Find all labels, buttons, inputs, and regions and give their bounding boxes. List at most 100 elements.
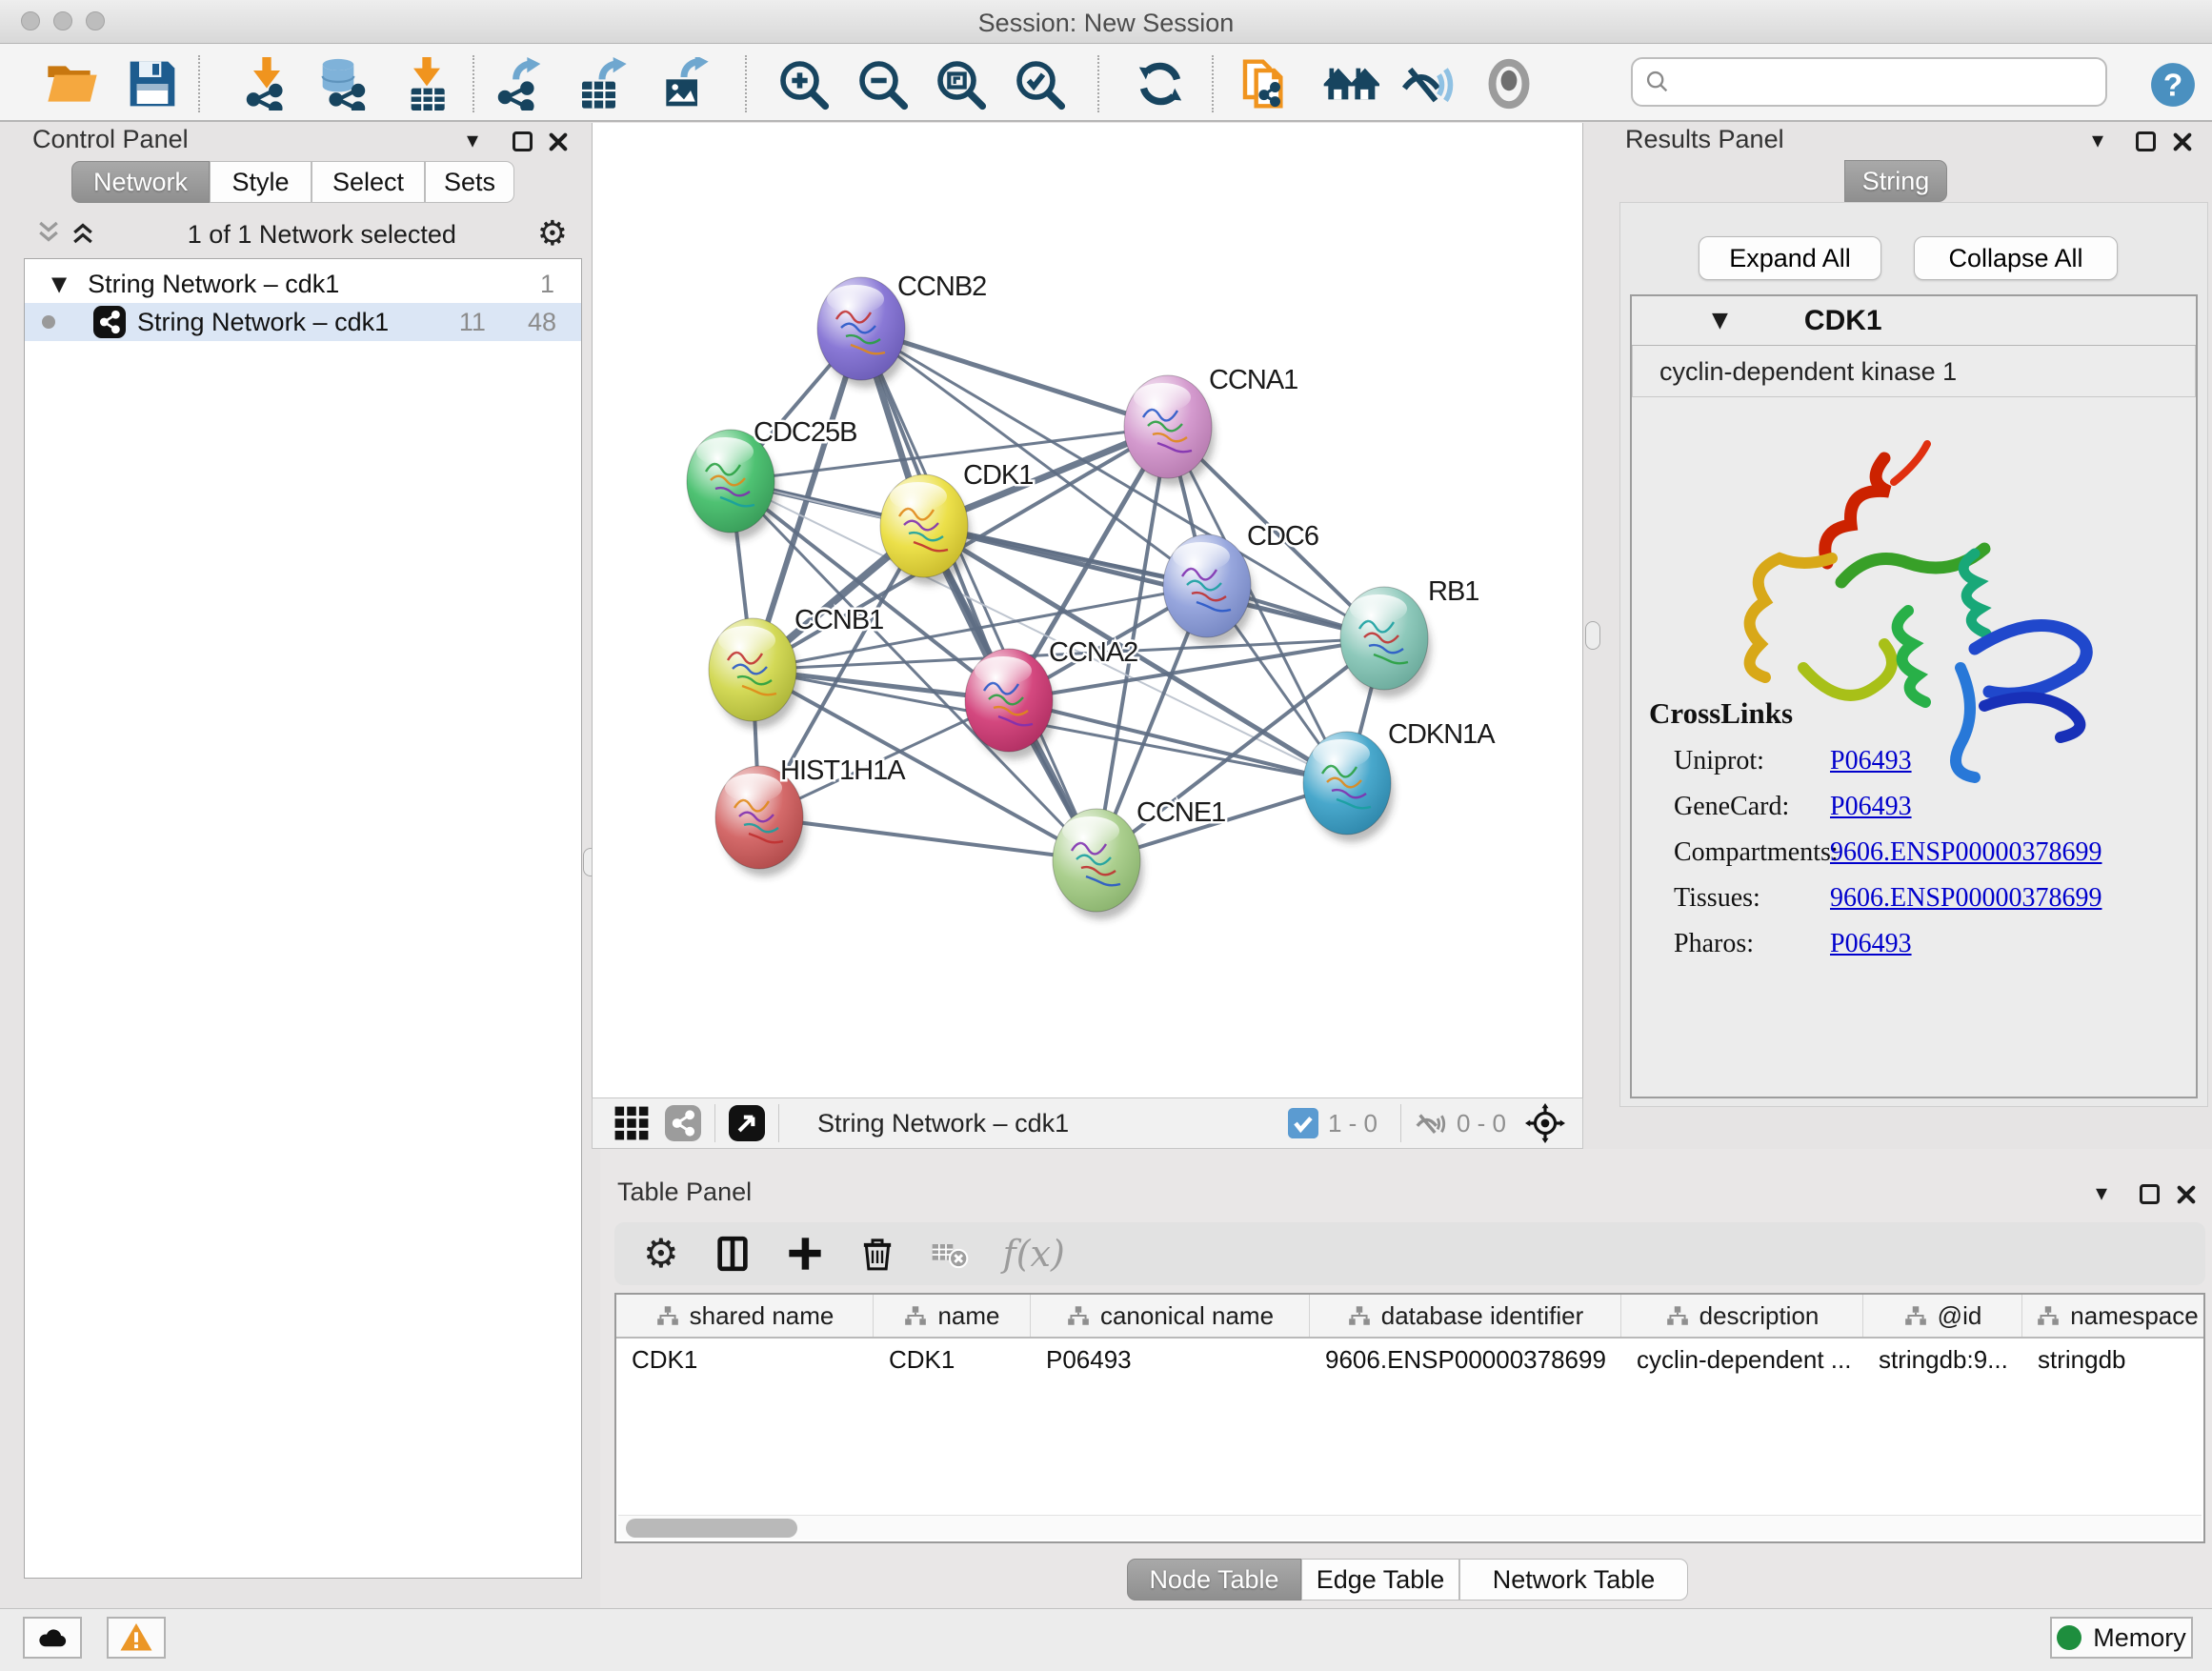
table-options-gear-icon[interactable]: ⚙ [643,1234,679,1274]
right-divider-grip[interactable] [1585,621,1600,650]
crosslink-value[interactable]: P06493 [1830,792,1912,822]
warning-button[interactable] [107,1617,166,1659]
column-header-shared-name[interactable]: shared name [616,1295,874,1337]
control-panel-close-icon[interactable] [548,131,569,157]
results-panel-close-icon[interactable] [2172,131,2193,157]
collapse-all-icon[interactable] [34,218,69,252]
control-panel-menu-icon[interactable]: ▾ [467,127,478,153]
collapse-all-button[interactable]: Collapse All [1914,236,2118,280]
gene-collapse-icon[interactable]: ▼ [1712,309,1728,332]
table-panel-title: Table Panel [617,1178,752,1207]
table-cell[interactable]: 9606.ENSP00000378699 [1310,1345,1621,1375]
column-header-database-identifier[interactable]: database identifier [1310,1295,1621,1337]
node-RB1[interactable]: RB1 [1340,576,1478,697]
function-builder-icon[interactable]: f(x) [1003,1233,1065,1275]
toolbar-separator [473,55,474,112]
tab-node-table[interactable]: Node Table [1127,1559,1301,1601]
import-table-icon[interactable] [400,57,453,111]
node-HIST1H1A[interactable]: HIST1H1A [715,755,906,876]
column-header-description[interactable]: description [1621,1295,1863,1337]
node-CDK1[interactable]: CDK1 [880,460,1033,585]
expand-all-button[interactable]: Expand All [1699,236,1881,280]
eye-icon[interactable] [1482,57,1536,111]
results-panel-menu-icon[interactable]: ▾ [2092,127,2103,153]
delete-table-icon[interactable] [931,1235,969,1273]
toolbar-separator [1097,55,1099,112]
table-cell[interactable]: CDK1 [874,1345,1031,1375]
scrollbar-thumb[interactable] [626,1519,797,1538]
home-networks-icon[interactable] [1322,57,1383,111]
node-CDC6[interactable]: CDC6 [1163,521,1318,645]
hide-results-icon[interactable] [1402,57,1456,111]
results-panel-float-icon[interactable] [2136,131,2156,151]
column-header-@id[interactable]: @id [1863,1295,2022,1337]
node-CCNA2[interactable]: CCNA2 [965,637,1137,759]
import-network-icon[interactable] [240,57,293,111]
crosslink-label: GeneCard: [1649,792,1830,822]
grid-view-icon[interactable] [613,1105,650,1141]
import-network-from-database-icon[interactable] [314,57,375,111]
selected-checkbox-icon[interactable] [1288,1108,1318,1138]
memory-button[interactable]: Memory [2050,1617,2193,1659]
clone-network-icon[interactable] [1238,57,1292,111]
export-table-icon[interactable] [572,57,633,111]
table-row[interactable]: CDK1CDK1P064939606.ENSP00000378699cyclin… [616,1339,2203,1381]
navigator-crosshair-icon[interactable] [1525,1103,1565,1143]
network-options-gear-icon[interactable]: ⚙ [537,217,568,252]
open-session-icon[interactable] [46,57,99,111]
delete-column-icon[interactable] [858,1235,896,1273]
zoom-fit-icon[interactable] [934,57,987,111]
export-image-icon[interactable] [657,57,711,111]
edge-HIST1H1A-CCNE1[interactable] [759,817,1096,860]
tab-network-table[interactable]: Network Table [1459,1559,1688,1601]
table-cell[interactable]: P06493 [1031,1345,1310,1375]
node-CDKN1A[interactable]: CDKN1A [1303,719,1496,842]
network-row[interactable]: String Network – cdk1 11 48 [25,303,581,341]
search-input[interactable] [1631,57,2107,107]
crosslink-value[interactable]: P06493 [1830,929,1912,959]
network-canvas[interactable]: CCNB2CCNA1CDC25BCDK1CDC6RB1CCNB1CCNA2CDK… [592,123,1583,1097]
tab-string[interactable]: String [1844,160,1947,202]
network-view-icon[interactable] [665,1105,701,1141]
help-icon[interactable]: ? [2149,61,2197,109]
tab-style[interactable]: Style [210,161,312,203]
detach-view-icon[interactable] [729,1105,765,1141]
tab-select[interactable]: Select [312,161,425,203]
zoom-out-icon[interactable] [855,57,909,111]
crosslink-value[interactable]: 9606.ENSP00000378699 [1830,837,2101,868]
show-columns-icon[interactable] [714,1235,752,1273]
table-panel-menu-icon[interactable]: ▾ [2096,1179,2107,1206]
tab-edge-table[interactable]: Edge Table [1301,1559,1459,1601]
add-column-icon[interactable] [786,1235,824,1273]
export-network-icon[interactable] [492,57,545,111]
table-cell[interactable]: CDK1 [616,1345,874,1375]
node-CCNB2[interactable]: CCNB2 [817,272,986,388]
table-cell[interactable]: cyclin-dependent ... [1621,1345,1863,1375]
save-session-icon[interactable] [126,57,179,111]
control-panel-float-icon[interactable] [513,131,533,151]
table-cell[interactable]: stringdb [2022,1345,2205,1375]
collection-expand-icon[interactable]: ▼ [51,272,67,295]
crosslink-value[interactable]: P06493 [1830,746,1912,776]
cloud-button[interactable] [23,1617,82,1659]
column-header-name[interactable]: name [874,1295,1031,1337]
node-CCNB1[interactable]: CCNB1 [709,605,883,729]
tab-sets[interactable]: Sets [425,161,514,203]
node-CCNE1[interactable]: CCNE1 [1053,797,1225,919]
refresh-icon[interactable] [1134,57,1187,111]
table-panel-close-icon[interactable] [2176,1184,2197,1210]
table-cell[interactable]: stringdb:9... [1863,1345,2022,1375]
tab-network[interactable]: Network [71,161,210,203]
zoom-in-icon[interactable] [776,57,830,111]
crosslink-value[interactable]: 9606.ENSP00000378699 [1830,883,2101,914]
table-panel-float-icon[interactable] [2140,1184,2160,1204]
network-graph[interactable]: CCNB2CCNA1CDC25BCDK1CDC6RB1CCNB1CCNA2CDK… [593,123,1584,1097]
table-horizontal-scrollbar[interactable] [618,1515,2202,1540]
column-header-canonical-name[interactable]: canonical name [1031,1295,1310,1337]
column-header-namespace[interactable]: namespace [2022,1295,2205,1337]
network-collection-row[interactable]: ▼ String Network – cdk1 1 [25,265,581,303]
hidden-eye-slash-icon[interactable] [1415,1107,1447,1139]
zoom-selected-icon[interactable] [1013,57,1066,111]
gene-section-header[interactable]: ▼ CDK1 [1632,296,2196,346]
expand-all-icon[interactable] [69,218,107,252]
